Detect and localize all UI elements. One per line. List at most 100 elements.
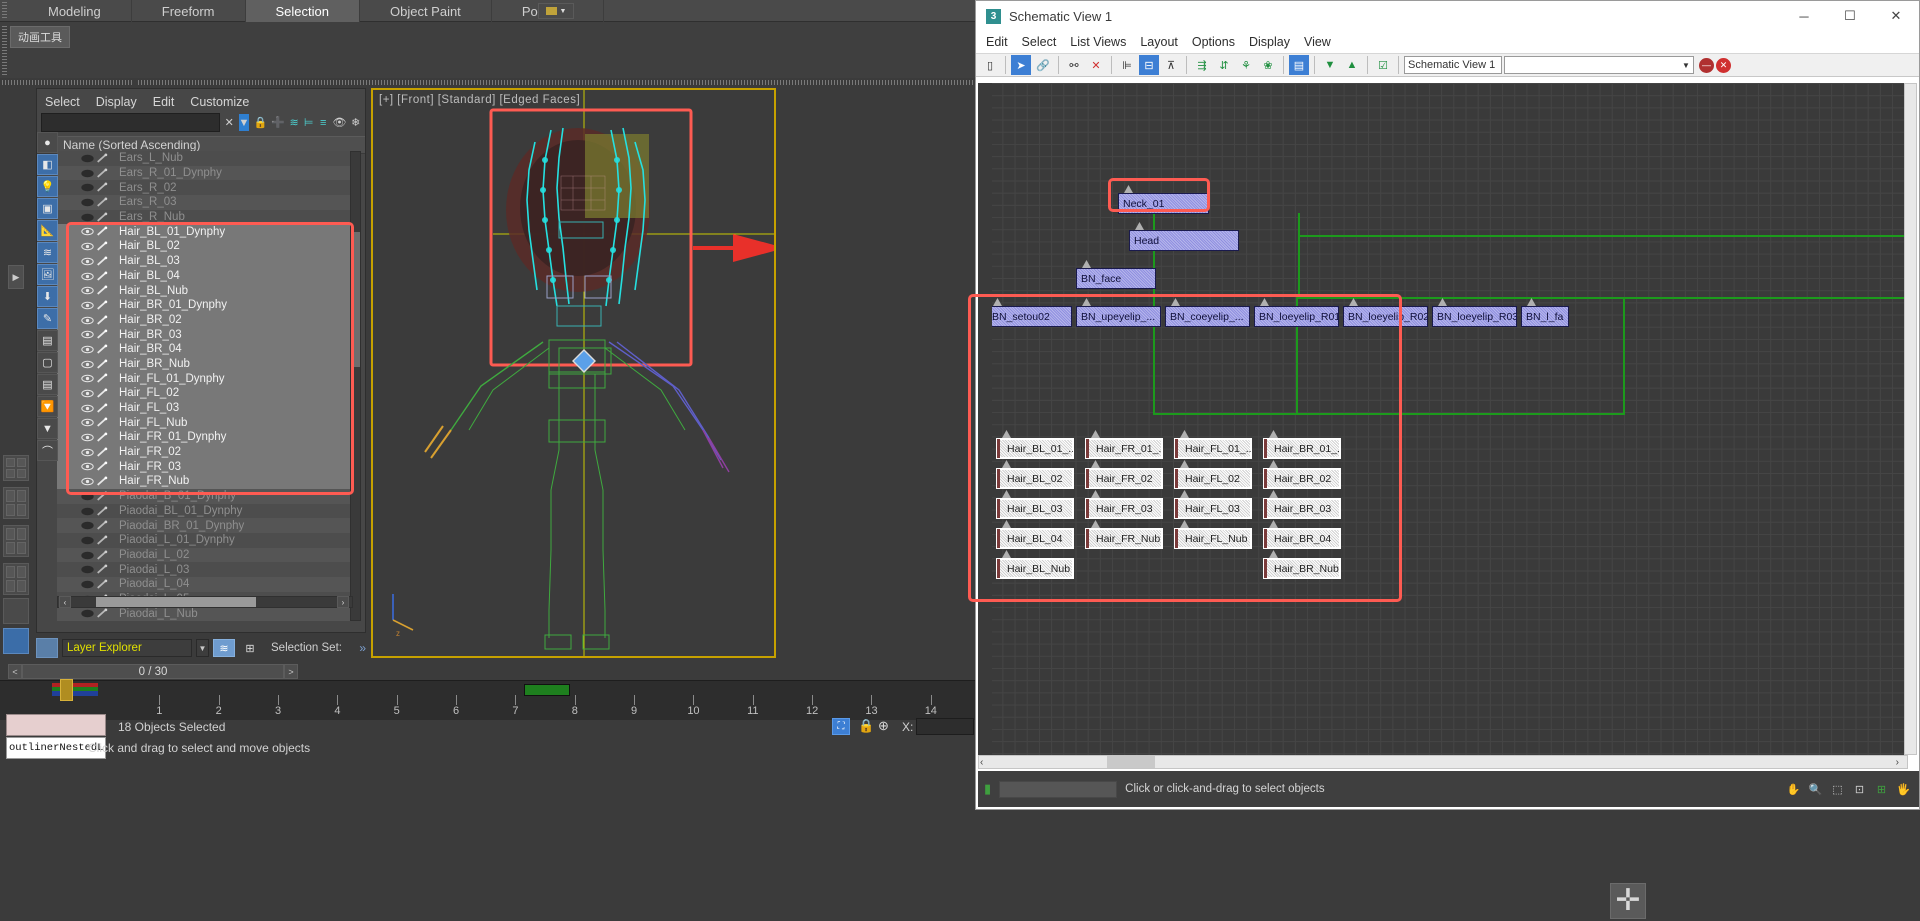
schematic-menu-list-views[interactable]: List Views xyxy=(1070,35,1126,49)
connect-tool-icon[interactable]: 🔗 xyxy=(1033,55,1053,75)
helper-icon[interactable]: 📐 xyxy=(37,220,58,241)
container-icon[interactable]: ▤ xyxy=(37,330,58,351)
explorer-row[interactable]: Piaodai_L_Nub xyxy=(57,606,353,621)
schematic-node[interactable]: Hair_BL_01_... xyxy=(996,438,1074,459)
clear-search-icon[interactable]: ✕ xyxy=(224,114,235,131)
schematic-titlebar[interactable]: 3 Schematic View 1 ─ ☐ ✕ xyxy=(976,1,1919,31)
arrange-children-icon[interactable]: ⚘ xyxy=(1236,55,1256,75)
node-expand-handle[interactable] xyxy=(1269,430,1278,438)
explorer-row[interactable]: Hair_FR_01_Dynphy xyxy=(57,430,353,445)
schematic-node[interactable]: Neck_01 xyxy=(1118,193,1209,214)
frozen-icon[interactable]: ▢ xyxy=(37,352,58,373)
eye-icon[interactable] xyxy=(81,609,94,618)
align-vertical-icon[interactable]: ⇵ xyxy=(1214,55,1234,75)
rail-grid-2[interactable] xyxy=(3,487,29,519)
close-view-icon[interactable]: ✕ xyxy=(1716,57,1731,73)
group-icon[interactable]: 🖼 xyxy=(37,264,58,285)
eye-icon[interactable] xyxy=(81,404,94,413)
maximize-button[interactable]: ☐ xyxy=(1827,1,1873,31)
explorer-row[interactable]: Piaodai_B_01_Dynphy xyxy=(57,488,353,504)
zoom-extents-icon[interactable]: ⊡ xyxy=(1852,782,1867,797)
eye-icon[interactable] xyxy=(81,154,94,163)
filter-icon[interactable]: ▼ xyxy=(238,114,250,131)
animation-tools-button[interactable]: 动画工具 xyxy=(10,26,70,48)
schematic-node[interactable]: Hair_BR_Nub xyxy=(1263,558,1341,579)
unlink-objects-icon[interactable]: ✕ xyxy=(1086,55,1106,75)
explorer-row[interactable]: Hair_BL_04 xyxy=(57,268,353,284)
schematic-node[interactable]: BN_setou02 xyxy=(987,306,1072,327)
node-expand-handle[interactable] xyxy=(993,298,1002,306)
eye-icon[interactable] xyxy=(81,418,94,427)
schematic-canvas[interactable]: Neck_01 Head BN_face BN_coeyelip_... BN_upey… xyxy=(978,83,1908,755)
x-field[interactable] xyxy=(916,718,974,735)
schematic-node[interactable]: BN_loeyelip_R01 xyxy=(1254,306,1339,327)
expand-selected-icon[interactable]: ⊫ xyxy=(1117,55,1137,75)
node-expand-handle[interactable] xyxy=(1124,185,1133,193)
eye-icon[interactable] xyxy=(81,492,94,501)
node-expand-handle[interactable] xyxy=(1135,222,1144,230)
node-expand-handle[interactable] xyxy=(1438,298,1447,306)
schematic-menu-options[interactable]: Options xyxy=(1192,35,1235,49)
schematic-node[interactable]: Hair_BR_03 xyxy=(1263,498,1341,519)
add-layer-icon[interactable]: ➕ xyxy=(271,114,285,131)
explorer-row[interactable]: Hair_FR_Nub xyxy=(57,474,353,489)
absolute-mode-icon[interactable]: ⊕ xyxy=(878,718,889,734)
explorer-scroll-right[interactable]: › xyxy=(337,596,349,608)
search-input[interactable] xyxy=(41,113,220,132)
eye-icon[interactable] xyxy=(81,345,94,354)
schematic-node[interactable]: Hair_BL_03 xyxy=(996,498,1074,519)
spacewarp-icon[interactable]: ≋ xyxy=(37,242,58,263)
sphere-icon[interactable]: ● xyxy=(37,132,58,153)
schematic-node[interactable]: Hair_BR_01_... xyxy=(1263,438,1341,459)
explorer-menu-customize[interactable]: Customize xyxy=(190,95,249,109)
explorer-row[interactable]: Hair_BL_03 xyxy=(57,253,353,269)
xref-icon[interactable]: ⬇ xyxy=(37,286,58,307)
scroll-right-arrow[interactable]: › xyxy=(1896,757,1899,768)
arrange-all-icon[interactable]: ❀ xyxy=(1258,55,1278,75)
viewport-label[interactable]: [+] [Front] [Standard] [Edged Faces] xyxy=(379,94,580,106)
node-expand-handle[interactable] xyxy=(1091,490,1100,498)
ribbon-tab-object-paint[interactable]: Object Paint xyxy=(360,0,492,22)
schematic-node[interactable]: Hair_FR_02 xyxy=(1085,468,1163,489)
align-horizontal-icon[interactable]: ⇶ xyxy=(1192,55,1212,75)
eye-icon[interactable] xyxy=(81,330,94,339)
move-children-icon[interactable]: ▼ xyxy=(1320,55,1340,75)
scene-explorer-list[interactable]: Ears_L_Nub Ears_R_01_Dynphy Ears_R_02 Ears_… xyxy=(57,151,353,621)
display-floater-icon[interactable]: ▯ xyxy=(980,55,1000,75)
link-objects-icon[interactable]: ⚯ xyxy=(1064,55,1084,75)
node-expand-handle[interactable] xyxy=(1269,490,1278,498)
node-expand-handle[interactable] xyxy=(1082,260,1091,268)
eye-icon[interactable] xyxy=(81,301,94,310)
zoom-extents-selected-icon[interactable]: ⊞ xyxy=(1874,782,1889,797)
schematic-menu-select[interactable]: Select xyxy=(1022,35,1057,49)
explorer-row[interactable]: Hair_BR_Nub xyxy=(57,356,353,372)
always-arrange-icon[interactable]: ☑ xyxy=(1373,55,1393,75)
schematic-node[interactable]: BN_face xyxy=(1076,268,1156,289)
eye-icon[interactable] xyxy=(81,374,94,383)
explorer-row[interactable]: Ears_R_01_Dynphy xyxy=(57,165,353,181)
schematic-node[interactable]: Hair_FR_03 xyxy=(1085,498,1163,519)
schematic-node[interactable]: BN_upeyelip_... xyxy=(1076,306,1161,327)
explorer-scroll-left[interactable]: ‹ xyxy=(59,596,71,608)
eye-icon[interactable] xyxy=(81,360,94,369)
schematic-menu-display[interactable]: Display xyxy=(1249,35,1290,49)
node-expand-handle[interactable] xyxy=(1180,430,1189,438)
geometry-icon[interactable]: ◧ xyxy=(37,154,58,175)
schematic-node[interactable]: Hair_FL_Nub xyxy=(1174,528,1252,549)
eye-icon[interactable] xyxy=(81,477,94,486)
node-expand-handle[interactable] xyxy=(1349,298,1358,306)
ribbon-overflow-dropdown[interactable]: ▼ xyxy=(538,3,574,19)
node-expand-handle[interactable] xyxy=(1091,520,1100,528)
layers-toggle-icon[interactable]: ≋ xyxy=(213,639,235,657)
eye-icon[interactable] xyxy=(81,551,94,560)
eye-icon[interactable] xyxy=(81,213,94,222)
eye-icon[interactable] xyxy=(81,242,94,251)
bone-icon[interactable]: ✎ xyxy=(37,308,58,329)
explorer-horizontal-thumb[interactable] xyxy=(96,597,256,607)
filter-apply-icon[interactable]: ▼ xyxy=(37,418,58,439)
schematic-vertical-scrollbar[interactable] xyxy=(1904,83,1917,755)
bracket-icon[interactable]: ⌒ xyxy=(37,440,58,461)
eye-icon[interactable] xyxy=(81,433,94,442)
camera-icon[interactable]: ▣ xyxy=(37,198,58,219)
schematic-node[interactable]: Hair_BL_02 xyxy=(996,468,1074,489)
